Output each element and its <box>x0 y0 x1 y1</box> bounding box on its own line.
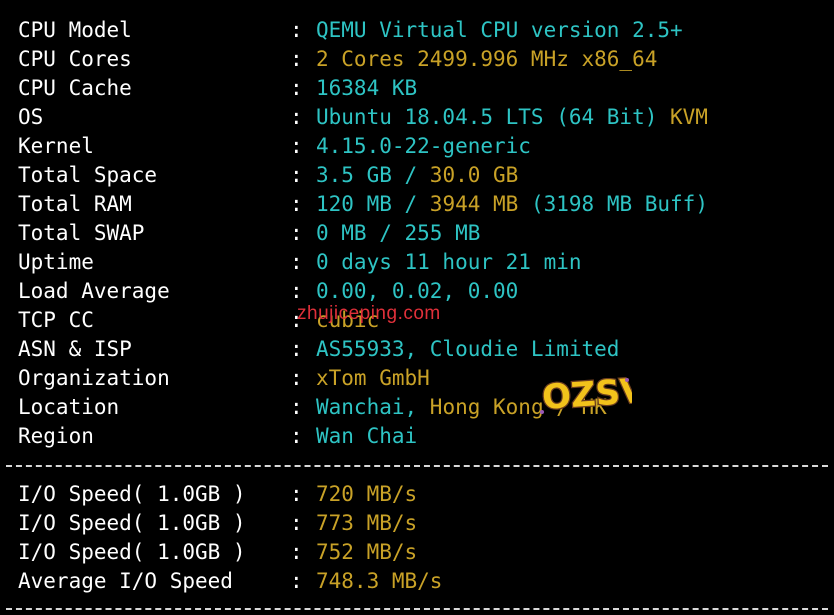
row-label: ASN & ISP <box>18 337 132 361</box>
row-label: Kernel <box>18 134 94 158</box>
row-value: 0 days 11 hour 21 min <box>316 248 582 277</box>
row-value: 3.5 GB / 30.0 GB <box>316 161 518 190</box>
ozsv-logo: OZSV <box>540 370 632 418</box>
row-value: 748.3 MB/s <box>316 567 442 596</box>
row-label: Organization <box>18 366 170 390</box>
value-segment: Ubuntu 18.04.5 LTS (64 Bit) <box>316 105 671 129</box>
watermark-text: zhujiceping.com <box>297 303 441 324</box>
row-label: I/O Speed( 1.0GB ) <box>18 482 246 506</box>
row-label: Location <box>18 395 120 419</box>
row-separator: : <box>290 540 303 564</box>
value-segment: 2 Cores 2499.996 MHz x86_64 <box>316 47 658 71</box>
svg-text:OZSV: OZSV <box>541 371 632 418</box>
row-label: Total SWAP <box>18 221 145 245</box>
row-label: Total Space <box>18 163 158 187</box>
row-value: xTom GmbH <box>316 364 430 393</box>
row-separator: : <box>290 337 303 361</box>
value-segment: 0.00, 0.02, 0.00 <box>316 279 519 303</box>
value-segment: 16384 KB <box>316 76 418 100</box>
row-separator: : <box>290 105 303 129</box>
value-segment: 748.3 MB/s <box>316 569 443 593</box>
row-value: Ubuntu 18.04.5 LTS (64 Bit) KVM <box>316 103 708 132</box>
row-separator: : <box>290 221 303 245</box>
row-value: 4.15.0-22-generic <box>316 132 531 161</box>
row-separator: : <box>290 482 303 506</box>
row-label: I/O Speed( 1.0GB ) <box>18 540 246 564</box>
row-value: 0 MB / 255 MB <box>316 219 480 248</box>
value-segment: (3198 MB Buff) <box>518 192 708 216</box>
value-segment: 120 MB / <box>316 192 430 216</box>
separator-line <box>6 465 828 467</box>
value-segment: KVM <box>670 105 708 129</box>
row-separator: : <box>290 250 303 274</box>
terminal-window: CPU Model: QEMU Virtual CPU version 2.5+ C… <box>0 0 834 615</box>
row-label: Load Average <box>18 279 170 303</box>
row-value: 0.00, 0.02, 0.00 <box>316 277 518 306</box>
row-label: OS <box>18 105 44 129</box>
row-separator: : <box>290 76 303 100</box>
row-label: Average I/O Speed <box>18 569 233 593</box>
value-segment: AS55933, Cloudie Limited <box>316 337 620 361</box>
value-segment: 720 MB/s <box>316 482 418 506</box>
row-value: 720 MB/s <box>316 480 417 509</box>
value-segment: Wan Chai <box>316 424 418 448</box>
value-segment: 0 days 11 hour 21 min <box>316 250 582 274</box>
value-segment: 773 MB/s <box>316 511 418 535</box>
value-segment: 0 MB / 255 MB <box>316 221 481 245</box>
row-separator: : <box>290 366 303 390</box>
row-separator: : <box>290 134 303 158</box>
row-separator: : <box>290 192 303 216</box>
row-separator: : <box>290 279 303 303</box>
row-separator: : <box>290 395 303 419</box>
row-separator: : <box>290 511 303 535</box>
row-value: Wan Chai <box>316 422 417 451</box>
row-separator: : <box>290 424 303 448</box>
row-separator: : <box>290 569 303 593</box>
row-label: Uptime <box>18 250 94 274</box>
row-label: CPU Cores <box>18 47 132 71</box>
row-separator: : <box>290 47 303 71</box>
value-segment: 3944 MB <box>429 192 519 216</box>
value-segment: xTom GmbH <box>316 366 430 390</box>
row-value: 120 MB / 3944 MB (3198 MB Buff) <box>316 190 708 219</box>
row-separator: : <box>290 163 303 187</box>
row-value: 752 MB/s <box>316 538 417 567</box>
value-segment: 4.15.0-22-generic <box>316 134 531 158</box>
value-segment: 30.0 GB <box>429 163 519 187</box>
row-label: CPU Cache <box>18 76 132 100</box>
row-label: I/O Speed( 1.0GB ) <box>18 511 246 535</box>
row-value: AS55933, Cloudie Limited <box>316 335 619 364</box>
separator-line <box>6 608 828 610</box>
row-separator: : <box>290 18 303 42</box>
row-label: TCP CC <box>18 308 94 332</box>
value-segment: Wanchai, <box>316 395 430 419</box>
row-value: 773 MB/s <box>316 509 417 538</box>
row-value: 2 Cores 2499.996 MHz x86_64 <box>316 45 657 74</box>
row-value: 16384 KB <box>316 74 417 103</box>
row-value: QEMU Virtual CPU version 2.5+ <box>316 16 683 45</box>
row-label: Total RAM <box>18 192 132 216</box>
row-label: CPU Model <box>18 18 132 42</box>
value-segment: 752 MB/s <box>316 540 418 564</box>
value-segment: QEMU Virtual CPU version 2.5+ <box>316 18 683 42</box>
row-label: Region <box>18 424 94 448</box>
value-segment: 3.5 GB / <box>316 163 430 187</box>
